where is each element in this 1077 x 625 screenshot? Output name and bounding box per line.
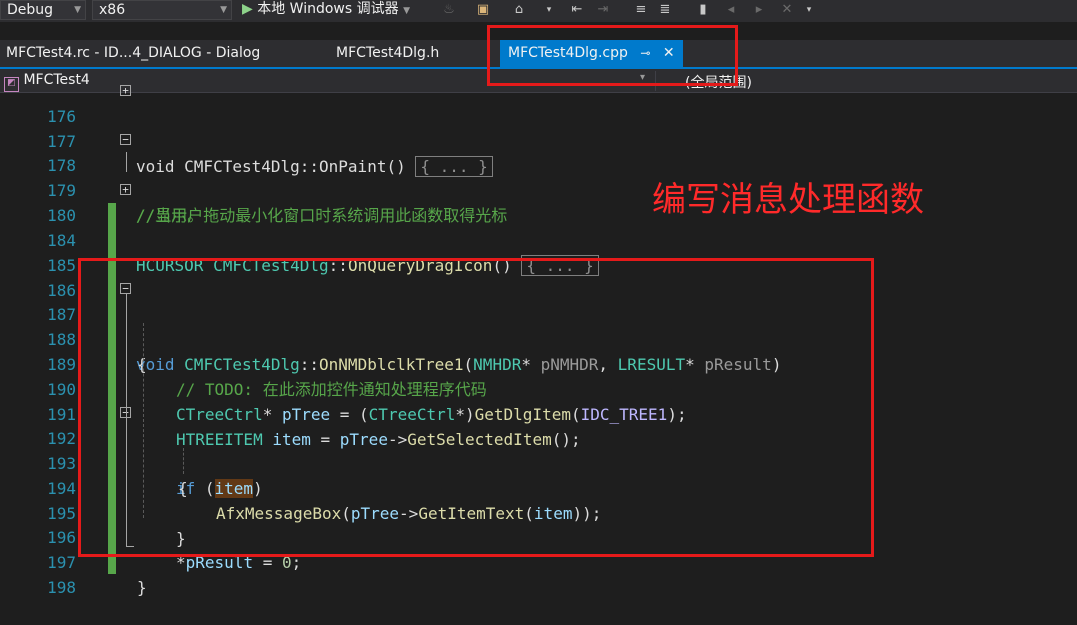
expand-icon[interactable]: +	[120, 184, 131, 195]
chevron-down-icon: ▼	[403, 6, 411, 16]
configuration-dropdown[interactable]: Debug ▼	[0, 0, 86, 20]
code-text: }	[137, 578, 147, 597]
run-label: 本地 Windows 调试器	[257, 1, 399, 17]
home-icon[interactable]: ⌂	[510, 2, 528, 18]
hot-reload-icon[interactable]: ♨	[440, 2, 458, 18]
expand-icon[interactable]: +	[120, 85, 131, 96]
platform-value: x86	[99, 2, 126, 18]
code-line: 177	[0, 104, 1077, 151]
code-line: 185	[0, 228, 1077, 275]
platform-dropdown[interactable]: x86 ▼	[92, 0, 232, 20]
toolbar: Debug ▼ x86 ▼ ▶ 本地 Windows 调试器 ▼ ♨ ▣ ⌂ ▾…	[0, 0, 1077, 22]
tab-dlg-header[interactable]: MFCTest4Dlg.h	[336, 40, 439, 67]
indent-icon[interactable]: ⇤	[568, 2, 586, 18]
configuration-value: Debug	[7, 2, 54, 18]
bookmark-icon[interactable]: ▮	[694, 2, 712, 18]
chevron-down-icon: ▼	[74, 5, 81, 15]
collapse-icon[interactable]: −	[120, 134, 131, 145]
tab-rc-dialog[interactable]: MFCTest4.rc - ID...4_DIALOG - Dialog	[6, 40, 260, 67]
tab-label: MFCTest4.rc - ID...4_DIALOG - Dialog	[6, 45, 261, 61]
folder-icon[interactable]: ▣	[474, 2, 492, 18]
annotation-caption: 编写消息处理函数	[652, 180, 924, 220]
next-bookmark-icon[interactable]: ▸	[750, 2, 768, 18]
outdent-icon[interactable]: ⇥	[594, 2, 612, 18]
prev-bookmark-icon[interactable]: ◂	[722, 2, 740, 18]
overflow-icon[interactable]: ▾	[800, 2, 818, 18]
chevron-down-icon: ▼	[220, 5, 227, 15]
tab-layout-icon[interactable]: ▾	[540, 2, 558, 18]
code-line: 178 − //当用户拖动最小化窗口时系统调用此函数取得光标	[0, 128, 1077, 225]
start-debugging-button[interactable]: ▶ 本地 Windows 调试器 ▼	[242, 0, 410, 20]
comment-icon[interactable]: ≡	[632, 2, 650, 18]
play-icon: ▶	[242, 1, 253, 17]
clear-bookmark-icon[interactable]: ✕	[778, 2, 796, 18]
highlight-box-active-tab	[487, 25, 738, 86]
line-number: 198	[47, 578, 76, 597]
uncomment-icon[interactable]: ≣	[656, 2, 674, 18]
tab-label: MFCTest4Dlg.h	[336, 45, 440, 61]
outline-guide	[126, 152, 127, 172]
highlight-box-handler	[78, 258, 874, 557]
